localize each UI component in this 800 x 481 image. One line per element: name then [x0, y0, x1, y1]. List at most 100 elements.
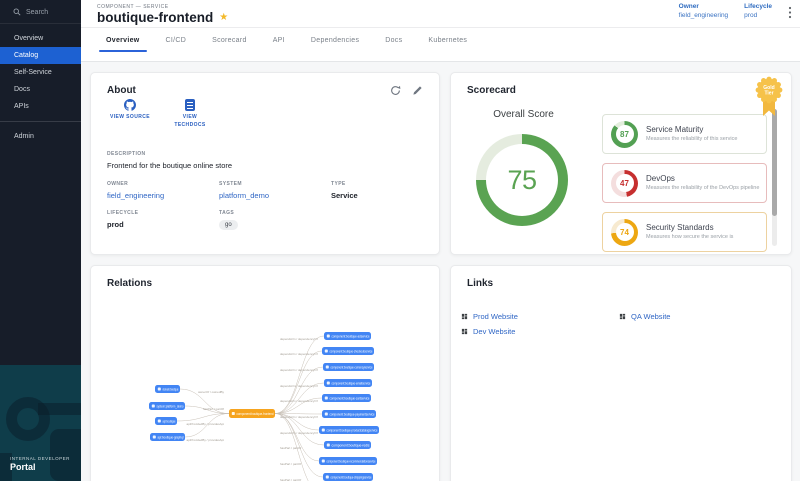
metric-name: Service Maturity — [646, 125, 766, 134]
entity-kind-icon — [327, 382, 330, 385]
relation-node-component-boutique-checkoutservice[interactable]: component:boutique-checkoutservice — [322, 347, 374, 355]
system-field-label: SYSTEM — [219, 181, 269, 187]
entity-kind-icon — [158, 388, 161, 391]
relation-node-component-boutique-currencyservice[interactable]: component:boutique-currencyservice — [323, 363, 374, 371]
scorecard-scrollbar-thumb[interactable] — [772, 109, 777, 216]
view-techdocs-button[interactable]: VIEW TECHDOCS — [167, 99, 213, 129]
relation-node-api-boutique-graphql[interactable]: api:boutique-graphql — [150, 433, 185, 441]
owner-field-value[interactable]: field_engineering — [107, 191, 164, 200]
link-label: QA Website — [631, 312, 670, 321]
relation-edge — [275, 367, 323, 414]
sidebar-item-apis[interactable]: APIs — [0, 98, 81, 115]
brand-name: Portal — [10, 462, 36, 472]
metric-name: Security Standards — [646, 223, 766, 232]
tab-docs[interactable]: Docs — [372, 28, 415, 52]
tab-kubernetes[interactable]: Kubernetes — [415, 28, 480, 52]
entity-kind-icon — [326, 366, 329, 369]
relation-edge-label: apiProvidedBy / providesApi — [186, 422, 224, 426]
field-owner: OWNER field_engineering — [107, 181, 164, 200]
relation-node-component-boutique-paymentservice[interactable]: component:boutique-paymentservice — [322, 410, 376, 418]
sidebar-item-overview[interactable]: Overview — [0, 30, 81, 47]
relation-node-component-boutique-emailservice[interactable]: component:boutique-emailservice — [324, 379, 372, 387]
relation-node-component-boutique-cartservice[interactable]: component:boutique-cartservice — [322, 394, 371, 402]
dashboard-icon — [461, 313, 468, 320]
brand-decoration-block — [50, 429, 81, 481]
sidebar-item-docs[interactable]: Docs — [0, 81, 81, 98]
entity-kind-icon — [327, 335, 330, 338]
relation-node-domain-boutique[interactable]: domain:boutique — [155, 385, 180, 393]
tags-field-label: TAGS — [219, 210, 238, 216]
metric-item-security-standards[interactable]: 74Security StandardsMeasures how secure … — [602, 212, 767, 252]
tab-scorecard[interactable]: Scorecard — [199, 28, 260, 52]
link-label: Dev Website — [473, 327, 515, 336]
metric-name: DevOps — [646, 174, 766, 183]
metric-item-service-maturity[interactable]: 87Service MaturityMeasures the reliabili… — [602, 114, 767, 154]
sidebar-item-catalog[interactable]: Catalog — [0, 47, 81, 64]
link-item-prod-website[interactable]: Prod Website — [461, 312, 619, 321]
svg-text:system:platform_demo: system:platform_demo — [157, 404, 184, 408]
view-techdocs-label: VIEW TECHDOCS — [167, 114, 213, 129]
page-header: COMPONENT — SERVICE boutique-frontend ★ … — [81, 0, 800, 62]
type-field-label: TYPE — [331, 181, 358, 187]
relation-edge-label: dependsOn / dependencyOf — [280, 384, 318, 388]
svg-text:component:boutique-checkoutser: component:boutique-checkoutservice — [330, 349, 373, 353]
link-item-dev-website[interactable]: Dev Website — [461, 327, 619, 336]
metric-item-devops[interactable]: 47DevOpsMeasures the reliability of the … — [602, 163, 767, 203]
lifecycle-field-value: prod — [107, 220, 138, 229]
brand-eyebrow: INTERNAL DEVELOPER — [10, 456, 70, 461]
view-source-label: VIEW SOURCE — [110, 114, 150, 122]
sidebar-item-self-service[interactable]: Self-Service — [0, 64, 81, 81]
relation-node-component-boutique-redis[interactable]: component:boutique-redis — [324, 441, 371, 449]
tab-ci-cd[interactable]: CI/CD — [153, 28, 200, 52]
relation-edge-label: dependsOn / dependencyOf — [280, 337, 318, 341]
svg-text:component:boutique-redis: component:boutique-redis — [332, 443, 370, 447]
owner-label: Owner — [679, 3, 729, 10]
tab-overview[interactable]: Overview — [93, 28, 153, 52]
tab-dependencies[interactable]: Dependencies — [298, 28, 372, 52]
refresh-icon[interactable] — [389, 84, 401, 96]
entity-kind-icon — [325, 397, 328, 400]
about-card-title: About — [107, 85, 136, 96]
svg-text:component:boutique-cartservice: component:boutique-cartservice — [330, 396, 370, 400]
field-tags: TAGS go — [219, 210, 238, 230]
view-source-button[interactable]: VIEW SOURCE — [107, 99, 153, 129]
relation-node-api-boutique[interactable]: api:boutique — [155, 417, 177, 425]
relation-node-component-boutique-adservice[interactable]: component:boutique-adservice — [324, 332, 371, 340]
relation-node-component-boutique-shippingservice[interactable]: component:boutique-shippingservice — [323, 473, 373, 481]
link-item-qa-website[interactable]: QA Website — [619, 312, 670, 321]
sidebar: Search OverviewCatalogSelf-ServiceDocsAP… — [0, 0, 81, 481]
description-value: Frontend for the boutique online store — [107, 161, 232, 170]
relation-node-system-platform-demo[interactable]: system:platform_demo — [149, 402, 185, 410]
sidebar-nav: OverviewCatalogSelf-ServiceDocsAPIs Admin — [0, 24, 81, 145]
scorecard-scrollbar — [772, 109, 777, 246]
relations-graph[interactable]: ownerOf / ownedByhasPart / partOfapiProv… — [91, 280, 440, 481]
metric-score: 74 — [620, 228, 629, 237]
relation-node-component-boutique-recommendationservice[interactable]: component:boutique-recommendationservice — [319, 457, 377, 465]
relation-node-component-boutique-productcatalogservice[interactable]: component:boutique-productcatalogservice — [319, 426, 379, 434]
description-label: DESCRIPTION — [107, 151, 232, 157]
kebab-menu-icon[interactable] — [788, 6, 792, 24]
tab-api[interactable]: API — [260, 28, 298, 52]
tag-chip[interactable]: go — [219, 220, 238, 230]
svg-text:component:boutique-shippingser: component:boutique-shippingservice — [331, 475, 372, 479]
system-field-value[interactable]: platform_demo — [219, 191, 269, 200]
sidebar-item-admin[interactable]: Admin — [0, 128, 81, 145]
field-lifecycle: LIFECYCLE prod — [107, 210, 138, 229]
edit-pencil-icon[interactable] — [411, 84, 423, 96]
sidebar-search[interactable]: Search — [0, 0, 81, 24]
entity-kind-icon — [153, 436, 156, 439]
sidebar-brand: INTERNAL DEVELOPER Portal — [0, 365, 81, 481]
favorite-star-icon[interactable]: ★ — [219, 12, 228, 23]
entity-kind-icon — [232, 412, 235, 415]
dashboard-icon — [461, 328, 468, 335]
link-label: Prod Website — [473, 312, 518, 321]
owner-value[interactable]: field_engineering — [679, 12, 729, 19]
relation-edge — [275, 351, 322, 414]
relation-edge-label: hasPart / partOf — [280, 462, 301, 466]
metric-donut: 87 — [611, 121, 638, 148]
lifecycle-label: Lifecycle — [744, 3, 772, 10]
relation-edge-label: hasPart / partOf — [203, 407, 224, 411]
relation-node-component-boutique-frontend[interactable]: component:boutique-frontend — [229, 409, 275, 418]
dashboard-icon — [619, 313, 626, 320]
entity-kind-icon — [322, 429, 325, 432]
